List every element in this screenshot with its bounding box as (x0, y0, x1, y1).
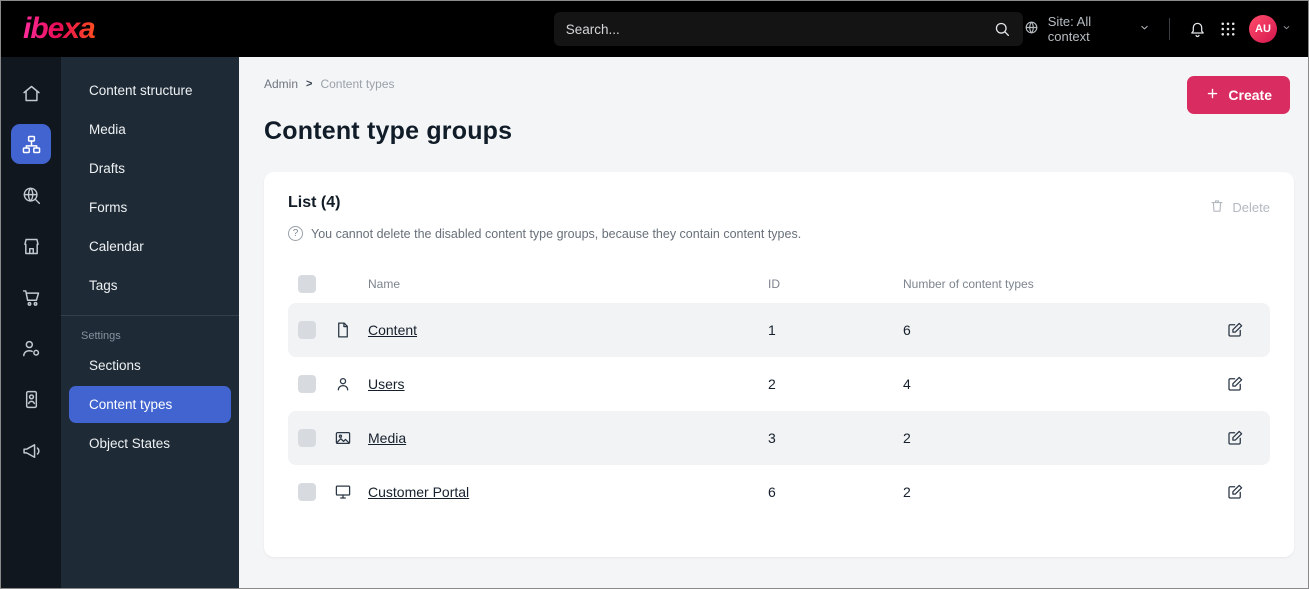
table-row-media: Media 3 2 (288, 411, 1270, 465)
content-file-icon (334, 321, 368, 339)
sidebar-item-forms[interactable]: Forms (69, 189, 231, 226)
notifications-bell-icon[interactable] (1188, 20, 1207, 39)
app-window: ibexa Site: All context (0, 0, 1309, 589)
create-button-label: Create (1228, 87, 1272, 103)
table-row-users: Users 2 4 (288, 357, 1270, 411)
sidebar-item-content-structure[interactable]: Content structure (69, 72, 231, 109)
users-icon (334, 375, 368, 393)
edit-icon[interactable] (1226, 321, 1270, 339)
help-text: You cannot delete the disabled content t… (311, 226, 802, 241)
globe-icon (1023, 19, 1040, 39)
sidebar-item-object-states[interactable]: Object States (69, 425, 231, 462)
create-button[interactable]: Create (1187, 76, 1290, 114)
edit-icon[interactable] (1226, 483, 1270, 501)
icon-rail (1, 57, 61, 588)
group-count: 2 (903, 484, 911, 500)
content-type-groups-table: Name ID Number of content types Content (288, 265, 1270, 519)
group-count: 2 (903, 430, 911, 446)
sidebar-item-drafts[interactable]: Drafts (69, 150, 231, 187)
badge-icon[interactable] (11, 379, 51, 419)
group-name-link[interactable]: Customer Portal (368, 484, 768, 500)
row-checkbox[interactable] (298, 375, 316, 393)
sidebar-item-calendar[interactable]: Calendar (69, 228, 231, 265)
breadcrumb-separator: > (306, 78, 313, 90)
sidebar: Content structure Media Drafts Forms Cal… (61, 57, 239, 588)
column-header-id: ID (768, 277, 780, 291)
sidebar-item-content-types[interactable]: Content types (69, 386, 231, 423)
sidebar-item-sections[interactable]: Sections (69, 347, 231, 384)
home-icon[interactable] (11, 73, 51, 113)
sidebar-divider (61, 315, 239, 316)
chevron-down-icon (1281, 20, 1292, 38)
main-content: Admin > Content types Create Content typ… (239, 57, 1308, 588)
breadcrumb-current: Content types (320, 77, 395, 91)
group-id: 3 (768, 430, 776, 446)
table-body: Content 1 6 Users 2 4 Media 3 2 Customer… (288, 303, 1270, 519)
table-row-content: Content 1 6 (288, 303, 1270, 357)
topbar-divider (1169, 18, 1170, 40)
edit-icon[interactable] (1226, 375, 1270, 393)
search-globe-icon[interactable] (11, 175, 51, 215)
group-id: 2 (768, 376, 776, 392)
table-row-customer-portal: Customer Portal 6 2 (288, 465, 1270, 519)
group-name-link[interactable]: Content (368, 322, 768, 338)
help-icon: ? (288, 226, 303, 241)
delete-button[interactable]: Delete (1209, 194, 1270, 217)
content-structure-icon[interactable] (11, 124, 51, 164)
search-icon[interactable] (993, 20, 1011, 38)
search-input[interactable] (565, 21, 993, 37)
group-count: 4 (903, 376, 911, 392)
group-id: 6 (768, 484, 776, 500)
chevron-down-icon (1138, 21, 1151, 37)
delete-button-label: Delete (1232, 200, 1270, 215)
media-image-icon (334, 429, 368, 447)
plus-icon (1205, 86, 1220, 104)
user-settings-icon[interactable] (11, 328, 51, 368)
trash-icon (1209, 198, 1225, 217)
monitor-icon (334, 483, 368, 501)
edit-icon[interactable] (1226, 429, 1270, 447)
site-context-selector[interactable]: Site: All context (1023, 14, 1151, 44)
card-header: List (4) Delete (288, 194, 1270, 217)
sidebar-settings-label: Settings (81, 330, 121, 342)
group-name-link[interactable]: Media (368, 430, 768, 446)
list-card: List (4) Delete ? You cannot delete the … (264, 172, 1294, 557)
topbar-controls: Site: All context AU (1023, 14, 1292, 44)
avatar[interactable]: AU (1249, 15, 1277, 43)
topbar: ibexa Site: All context (1, 1, 1308, 57)
breadcrumb: Admin > Content types (264, 77, 1294, 91)
sidebar-item-tags[interactable]: Tags (69, 267, 231, 304)
megaphone-icon[interactable] (11, 430, 51, 470)
list-title: List (4) (288, 194, 341, 211)
sidebar-item-media[interactable]: Media (69, 111, 231, 148)
group-id: 1 (768, 322, 776, 338)
row-checkbox[interactable] (298, 321, 316, 339)
group-count: 6 (903, 322, 911, 338)
body-row: Content structure Media Drafts Forms Cal… (1, 57, 1308, 588)
column-header-name: Name (368, 277, 401, 291)
global-search[interactable] (553, 12, 1023, 46)
user-menu[interactable]: AU (1249, 15, 1292, 43)
group-name-link[interactable]: Users (368, 376, 768, 392)
column-header-count: Number of content types (903, 277, 1034, 291)
ibexa-logo[interactable]: ibexa (23, 12, 96, 46)
breadcrumb-admin[interactable]: Admin (264, 77, 298, 91)
row-checkbox[interactable] (298, 429, 316, 447)
table-header: Name ID Number of content types (288, 265, 1270, 303)
cart-icon[interactable] (11, 277, 51, 317)
app-grid-icon[interactable] (1219, 20, 1237, 38)
help-row: ? You cannot delete the disabled content… (288, 226, 1270, 241)
select-all-checkbox[interactable] (298, 275, 316, 293)
site-context-label: Site: All context (1047, 14, 1092, 44)
row-checkbox[interactable] (298, 483, 316, 501)
logo-area: ibexa (1, 12, 234, 46)
storefront-icon[interactable] (11, 226, 51, 266)
page-title: Content type groups (264, 117, 513, 145)
